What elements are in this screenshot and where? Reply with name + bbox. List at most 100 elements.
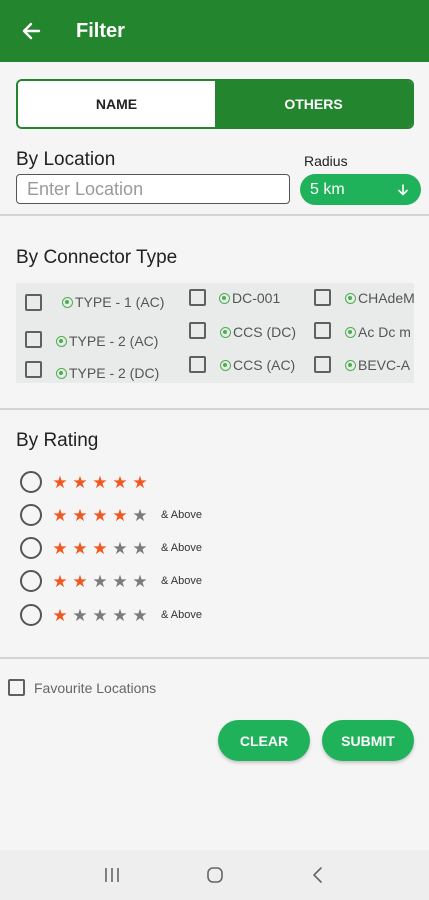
star-icon: ★: [112, 505, 128, 525]
checkbox-connector[interactable]: [189, 322, 206, 339]
clear-button[interactable]: CLEAR: [218, 720, 310, 761]
rating-option-3[interactable]: ★ ★ ★ ★ ★ & Above: [20, 535, 202, 561]
star-icon: ★: [92, 571, 108, 591]
rating-option-2[interactable]: ★ ★ ★ ★ ★ & Above: [20, 568, 202, 594]
favourite-checkbox[interactable]: [8, 679, 25, 696]
favourite-option[interactable]: Favourite Locations: [8, 679, 156, 696]
checkbox-connector[interactable]: [25, 331, 42, 348]
filter-tabs: NAME OTHERS: [16, 79, 414, 129]
back-icon: [312, 867, 322, 883]
radio-button[interactable]: [20, 471, 42, 493]
star-icon: ★: [52, 605, 68, 625]
connector-label: CHAdeM: [358, 290, 414, 306]
radius-value: 5 km: [310, 180, 345, 198]
arrow-down-icon: [398, 183, 408, 195]
connector-item-type2-dc[interactable]: TYPE - 2 (DC): [56, 365, 159, 381]
star-icon: ★: [112, 538, 128, 558]
checkbox-connector[interactable]: [25, 361, 42, 378]
plug-icon: [345, 292, 356, 304]
connector-title: By Connector Type: [16, 247, 178, 268]
star-icon: ★: [132, 605, 148, 625]
radio-button[interactable]: [20, 570, 42, 592]
above-label: & Above: [161, 542, 202, 554]
home-button[interactable]: [195, 855, 235, 895]
arrow-left-icon: [22, 22, 41, 40]
connector-list[interactable]: TYPE - 1 (AC) TYPE - 2 (AC) TYPE - 2 (DC…: [16, 283, 414, 383]
star-icon: ★: [72, 605, 88, 625]
connector-item-dc001[interactable]: DC-001: [219, 290, 280, 306]
radio-button[interactable]: [20, 604, 42, 626]
star-icon: ★: [132, 505, 148, 525]
location-title: By Location: [16, 149, 116, 170]
connector-label: TYPE - 2 (DC): [69, 365, 160, 381]
back-button[interactable]: [0, 0, 62, 62]
connector-label: Ac Dc m: [358, 324, 411, 340]
plug-icon: [219, 292, 230, 304]
divider: [0, 214, 429, 216]
plug-icon: [56, 335, 67, 347]
connector-item-ccs-ac[interactable]: CCS (AC): [220, 357, 295, 373]
home-icon: [206, 867, 223, 883]
connector-item-bevc[interactable]: BEVC-A: [345, 357, 410, 373]
star-icon: ★: [52, 472, 68, 492]
above-label: & Above: [161, 609, 202, 621]
radio-button[interactable]: [20, 537, 42, 559]
checkbox-connector[interactable]: [189, 289, 206, 306]
checkbox-connector[interactable]: [25, 294, 42, 311]
checkbox-connector[interactable]: [189, 356, 206, 373]
tab-name[interactable]: NAME: [18, 81, 215, 127]
star-icon: ★: [52, 505, 68, 525]
plug-icon: [62, 296, 73, 308]
connector-item-chademo[interactable]: CHAdeM: [345, 290, 414, 306]
app-bar: Filter: [0, 0, 429, 62]
star-icon: ★: [132, 472, 148, 492]
connector-label: TYPE - 1 (AC): [75, 294, 165, 310]
connector-item-type1-ac[interactable]: TYPE - 1 (AC): [62, 294, 164, 310]
checkbox-connector[interactable]: [314, 289, 331, 306]
star-icon: ★: [112, 605, 128, 625]
rating-option-1[interactable]: ★ ★ ★ ★ ★ & Above: [20, 602, 202, 628]
star-icon: ★: [72, 472, 88, 492]
connector-label: CCS (DC): [233, 324, 296, 340]
connector-label: BEVC-A: [358, 357, 411, 373]
star-icon: ★: [132, 538, 148, 558]
submit-button[interactable]: SUBMIT: [322, 720, 414, 761]
checkbox-connector[interactable]: [314, 356, 331, 373]
system-nav-bar: [0, 850, 429, 900]
star-icon: ★: [52, 571, 68, 591]
divider: [0, 657, 429, 659]
star-icon: ★: [112, 472, 128, 492]
star-icon: ★: [132, 571, 148, 591]
connector-item-type2-ac[interactable]: TYPE - 2 (AC): [56, 333, 158, 349]
star-icon: ★: [92, 605, 108, 625]
plug-icon: [345, 359, 356, 371]
connector-item-ac-dc[interactable]: Ac Dc m: [345, 324, 411, 340]
connector-item-ccs-dc[interactable]: CCS (DC): [220, 324, 296, 340]
star-icon: ★: [72, 538, 88, 558]
recent-apps-icon: [104, 868, 119, 882]
plug-icon: [345, 326, 356, 338]
page-title: Filter: [76, 19, 125, 42]
connector-label: CCS (AC): [233, 357, 296, 373]
star-icon: ★: [112, 571, 128, 591]
rating-option-5[interactable]: ★ ★ ★ ★ ★: [20, 469, 150, 495]
radius-label: Radius: [304, 153, 348, 169]
back-nav-button[interactable]: [298, 855, 338, 895]
recent-apps-button[interactable]: [92, 855, 132, 895]
plug-icon: [56, 367, 67, 379]
above-label: & Above: [161, 509, 202, 521]
radio-button[interactable]: [20, 504, 42, 526]
star-icon: ★: [72, 571, 88, 591]
above-label: & Above: [161, 575, 202, 587]
star-icon: ★: [72, 505, 88, 525]
connector-label: TYPE - 2 (AC): [69, 333, 159, 349]
connector-label: DC-001: [232, 290, 281, 306]
rating-title: By Rating: [16, 430, 99, 451]
radius-dropdown[interactable]: 5 km: [300, 174, 421, 205]
tab-others[interactable]: OTHERS: [215, 81, 412, 127]
location-input[interactable]: [16, 174, 290, 204]
star-icon: ★: [92, 505, 108, 525]
star-icon: ★: [92, 538, 108, 558]
rating-option-4[interactable]: ★ ★ ★ ★ ★ & Above: [20, 502, 202, 528]
checkbox-connector[interactable]: [314, 322, 331, 339]
